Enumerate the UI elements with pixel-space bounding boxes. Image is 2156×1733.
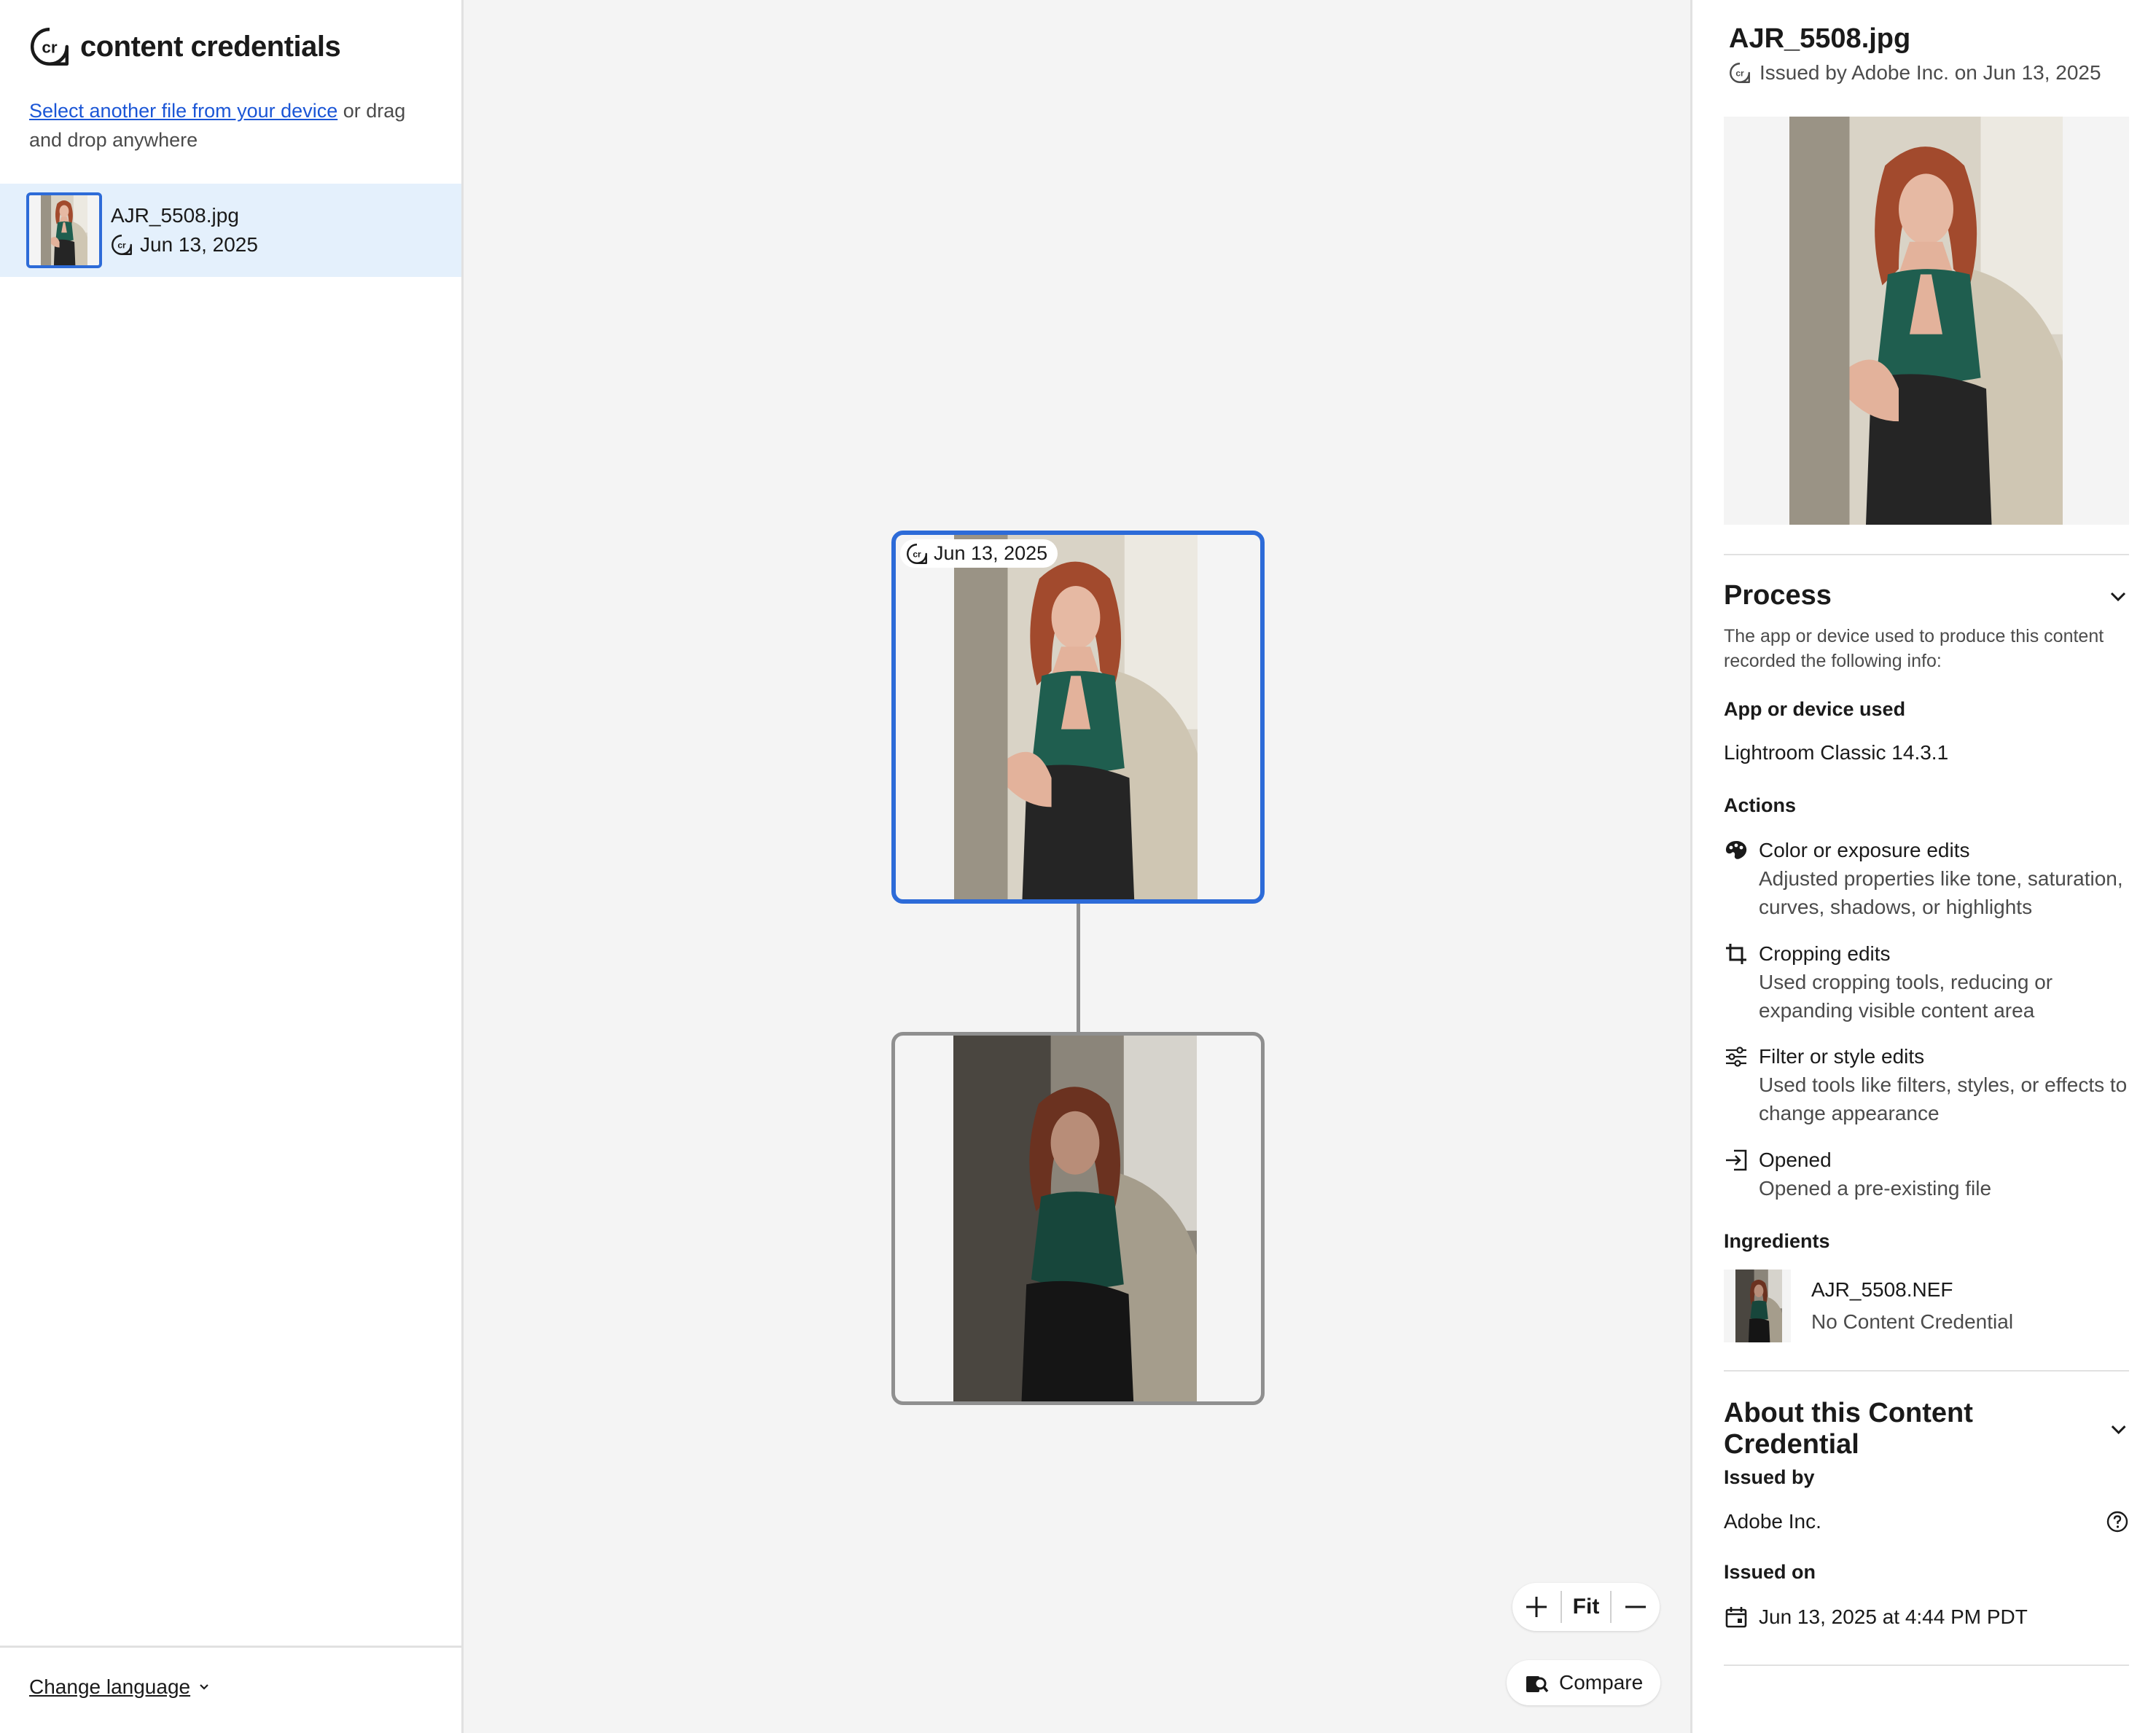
action-title: Opened (1759, 1149, 1832, 1171)
ingredients-label: Ingredients (1724, 1230, 1830, 1252)
node-date: Jun 13, 2025 (934, 542, 1048, 564)
zoom-in-button[interactable] (1512, 1583, 1561, 1631)
issued-summary-text: Issued by Adobe Inc. on Jun 13, 2025 (1759, 61, 2101, 84)
panel-title: AJR_5508.jpg (1729, 23, 1911, 54)
content-credential-icon (1729, 62, 1751, 84)
actions-label: Actions (1724, 794, 1797, 816)
chevron-down-icon (2110, 592, 2126, 601)
about-heading: About this Content Credential (1724, 1398, 1973, 1460)
ingredient-status: No Content Credential (1811, 1310, 2014, 1333)
action-title: Cropping edits (1759, 942, 1891, 965)
process-section-header[interactable]: Process (1724, 580, 2129, 611)
details-panel: AJR_5508.jpg Issued by Adobe Inc. on Jun… (1690, 0, 2156, 1733)
change-language-button[interactable]: Change language (29, 1675, 211, 1699)
divider (1724, 1664, 2129, 1666)
issued-on-value: Jun 13, 2025 at 4:44 PM PDT (1759, 1605, 2028, 1628)
action-item: Filter or style edits Used tools like fi… (1724, 1043, 2132, 1127)
issued-by-label: Issued by (1724, 1466, 1815, 1488)
content-credentials-logo-icon (29, 26, 70, 67)
image-preview (1724, 117, 2129, 525)
divider (1724, 554, 2129, 555)
open-file-icon (1726, 1149, 1747, 1171)
sidebar: content credentials Select another file … (0, 0, 464, 1733)
issued-by-value: Adobe Inc. (1724, 1510, 1821, 1533)
file-list-item[interactable]: AJR_5508.jpg Jun 13, 2025 (0, 184, 461, 277)
compare-icon (1526, 1676, 1549, 1693)
help-icon[interactable] (2106, 1510, 2129, 1533)
content-credential-icon (111, 234, 133, 256)
file-date: Jun 13, 2025 (140, 233, 258, 256)
brand[interactable]: content credentials (29, 26, 341, 67)
ingredient-image (1735, 1270, 1782, 1342)
issued-summary: Issued by Adobe Inc. on Jun 13, 2025 (1729, 61, 2101, 85)
action-description: Adjusted properties like tone, saturatio… (1759, 867, 2123, 918)
node-image (954, 535, 1198, 899)
minus-icon (1625, 1605, 1646, 1608)
issued-on-row: Jun 13, 2025 at 4:44 PM PDT (1724, 1603, 2132, 1631)
zoom-controls: Fit (1512, 1583, 1660, 1631)
plus-icon (1526, 1597, 1547, 1617)
about-section-header[interactable]: About this Content Credential (1724, 1398, 2129, 1460)
file-thumbnail-image (41, 195, 87, 265)
provenance-node-ingredient[interactable] (891, 1032, 1265, 1405)
ingredient-thumbnail (1724, 1270, 1791, 1342)
process-description: The app or device used to produce this c… (1724, 626, 2104, 671)
calendar-icon (1725, 1607, 1747, 1628)
file-name: AJR_5508.jpg (111, 204, 239, 227)
node-date-badge: Jun 13, 2025 (900, 539, 1058, 568)
action-title: Filter or style edits (1759, 1045, 1925, 1068)
brand-name: content credentials (80, 30, 341, 63)
content-credential-icon (906, 543, 928, 565)
divider (1724, 1370, 2129, 1372)
chevron-down-icon (200, 1684, 208, 1690)
action-title: Color or exposure edits (1759, 839, 1970, 861)
app-label: App or device used (1724, 698, 1906, 720)
file-select-instructions: Select another file from your device or … (29, 96, 437, 154)
node-image (953, 1036, 1197, 1401)
process-heading: Process (1724, 580, 1832, 611)
zoom-fit-button[interactable]: Fit (1562, 1583, 1610, 1631)
crop-icon (1726, 944, 1746, 964)
palette-icon (1726, 841, 1747, 859)
action-item: Cropping edits Used cropping tools, redu… (1724, 940, 2132, 1025)
app-value: Lightroom Classic 14.3.1 (1724, 741, 1949, 764)
ingredient-item[interactable]: AJR_5508.NEF No Content Credential (1724, 1270, 2013, 1342)
sidebar-footer: Change language (0, 1646, 461, 1733)
preview-image (1789, 117, 2063, 525)
zoom-out-button[interactable] (1612, 1583, 1660, 1631)
sliders-icon (1726, 1047, 1746, 1067)
action-description: Used cropping tools, reducing or expandi… (1759, 971, 2053, 1022)
provenance-canvas[interactable]: Jun 13, 2025 Fit Compare (466, 0, 1690, 1733)
compare-label: Compare (1559, 1671, 1644, 1694)
action-description: Used tools like filters, styles, or effe… (1759, 1073, 2128, 1124)
action-description: Opened a pre-existing file (1759, 1177, 1992, 1200)
compare-button[interactable]: Compare (1507, 1660, 1661, 1705)
chevron-down-icon (2111, 1425, 2126, 1434)
provenance-node-current[interactable]: Jun 13, 2025 (891, 531, 1265, 904)
issued-on-label: Issued on (1724, 1561, 1816, 1583)
node-connector (1077, 904, 1080, 1032)
file-thumbnail (26, 192, 102, 268)
ingredient-name: AJR_5508.NEF (1811, 1278, 1953, 1301)
change-language-label: Change language (29, 1675, 191, 1698)
action-item: Color or exposure edits Adjusted propert… (1724, 837, 2132, 921)
action-item: Opened Opened a pre-existing file (1724, 1146, 2132, 1202)
select-file-link[interactable]: Select another file from your device (29, 100, 337, 122)
